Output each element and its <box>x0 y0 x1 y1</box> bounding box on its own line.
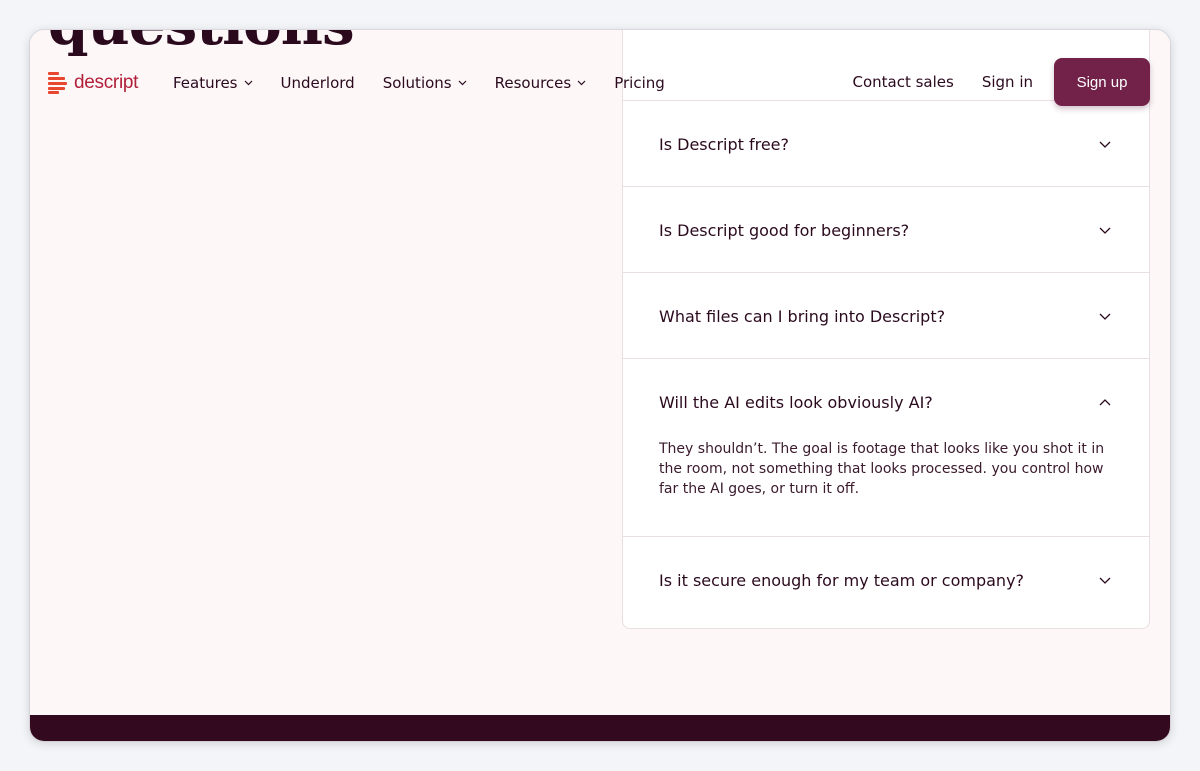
nav-item-label: Resources <box>494 74 572 92</box>
nav-item-label: Features <box>173 74 238 92</box>
browser-window: questions Is Descript free? Is Descript … <box>30 30 1170 741</box>
nav-actions: Contact sales Sign in Sign up <box>852 58 1150 106</box>
faq-item[interactable]: Is Descript free? <box>623 100 1149 187</box>
faq-question-row[interactable]: Is Descript good for beginners? <box>659 187 1113 273</box>
nav-item-label: Solutions <box>382 74 452 92</box>
chevron-down-icon <box>1099 577 1111 584</box>
faq-question-row[interactable]: Is it secure enough for my team or compa… <box>659 537 1113 623</box>
faq-question: Is it secure enough for my team or compa… <box>659 570 1025 590</box>
faq-item[interactable]: Is it secure enough for my team or compa… <box>623 536 1149 623</box>
faq-item-expanded[interactable]: Will the AI edits look obviously AI? The… <box>623 358 1149 537</box>
nav-item-solutions[interactable]: Solutions <box>383 72 467 94</box>
chevron-up-icon <box>1099 398 1111 405</box>
faq-question-row[interactable]: Is Descript free? <box>659 101 1113 187</box>
footer-band <box>30 715 1170 741</box>
nav-item-resources[interactable]: Resources <box>495 72 587 94</box>
faq-question: Is Descript free? <box>659 134 790 154</box>
brand-logo[interactable]: descript <box>48 72 138 94</box>
faq-question-row[interactable]: What files can I bring into Descript? <box>659 273 1113 359</box>
sign-in-link[interactable]: Sign in <box>982 73 1033 91</box>
top-navbar: descript Features Underlord Solutions Re… <box>30 54 1170 112</box>
faq-item[interactable]: What files can I bring into Descript? <box>623 272 1149 359</box>
faq-question: Will the AI edits look obviously AI? <box>659 392 933 412</box>
contact-sales-link[interactable]: Contact sales <box>852 73 953 91</box>
chevron-down-icon <box>577 80 586 86</box>
chevron-down-icon <box>458 80 467 86</box>
faq-question-row[interactable]: Will the AI edits look obviously AI? <box>659 359 1113 445</box>
main-nav: Features Underlord Solutions Resources P… <box>173 72 693 94</box>
nav-item-label: Pricing <box>614 74 665 92</box>
chevron-down-icon <box>1099 227 1111 234</box>
chevron-down-icon <box>1099 141 1111 148</box>
descript-logo-icon <box>48 72 67 94</box>
nav-item-label: Underlord <box>280 74 355 92</box>
faq-answer: They shouldn’t. The goal is footage that… <box>659 441 1105 497</box>
nav-item-underlord[interactable]: Underlord <box>281 72 355 94</box>
nav-item-features[interactable]: Features <box>173 72 253 94</box>
nav-item-pricing[interactable]: Pricing <box>614 72 665 94</box>
chevron-down-icon <box>244 80 252 86</box>
brand-name: descript <box>74 72 139 93</box>
faq-question: Is Descript good for beginners? <box>659 220 910 240</box>
faq-panel: Is Descript free? Is Descript good for b… <box>622 30 1150 629</box>
faq-item[interactable]: Is Descript good for beginners? <box>623 186 1149 273</box>
chevron-down-icon <box>1099 313 1111 320</box>
sign-up-button[interactable]: Sign up <box>1054 58 1150 106</box>
faq-question: What files can I bring into Descript? <box>659 306 946 326</box>
